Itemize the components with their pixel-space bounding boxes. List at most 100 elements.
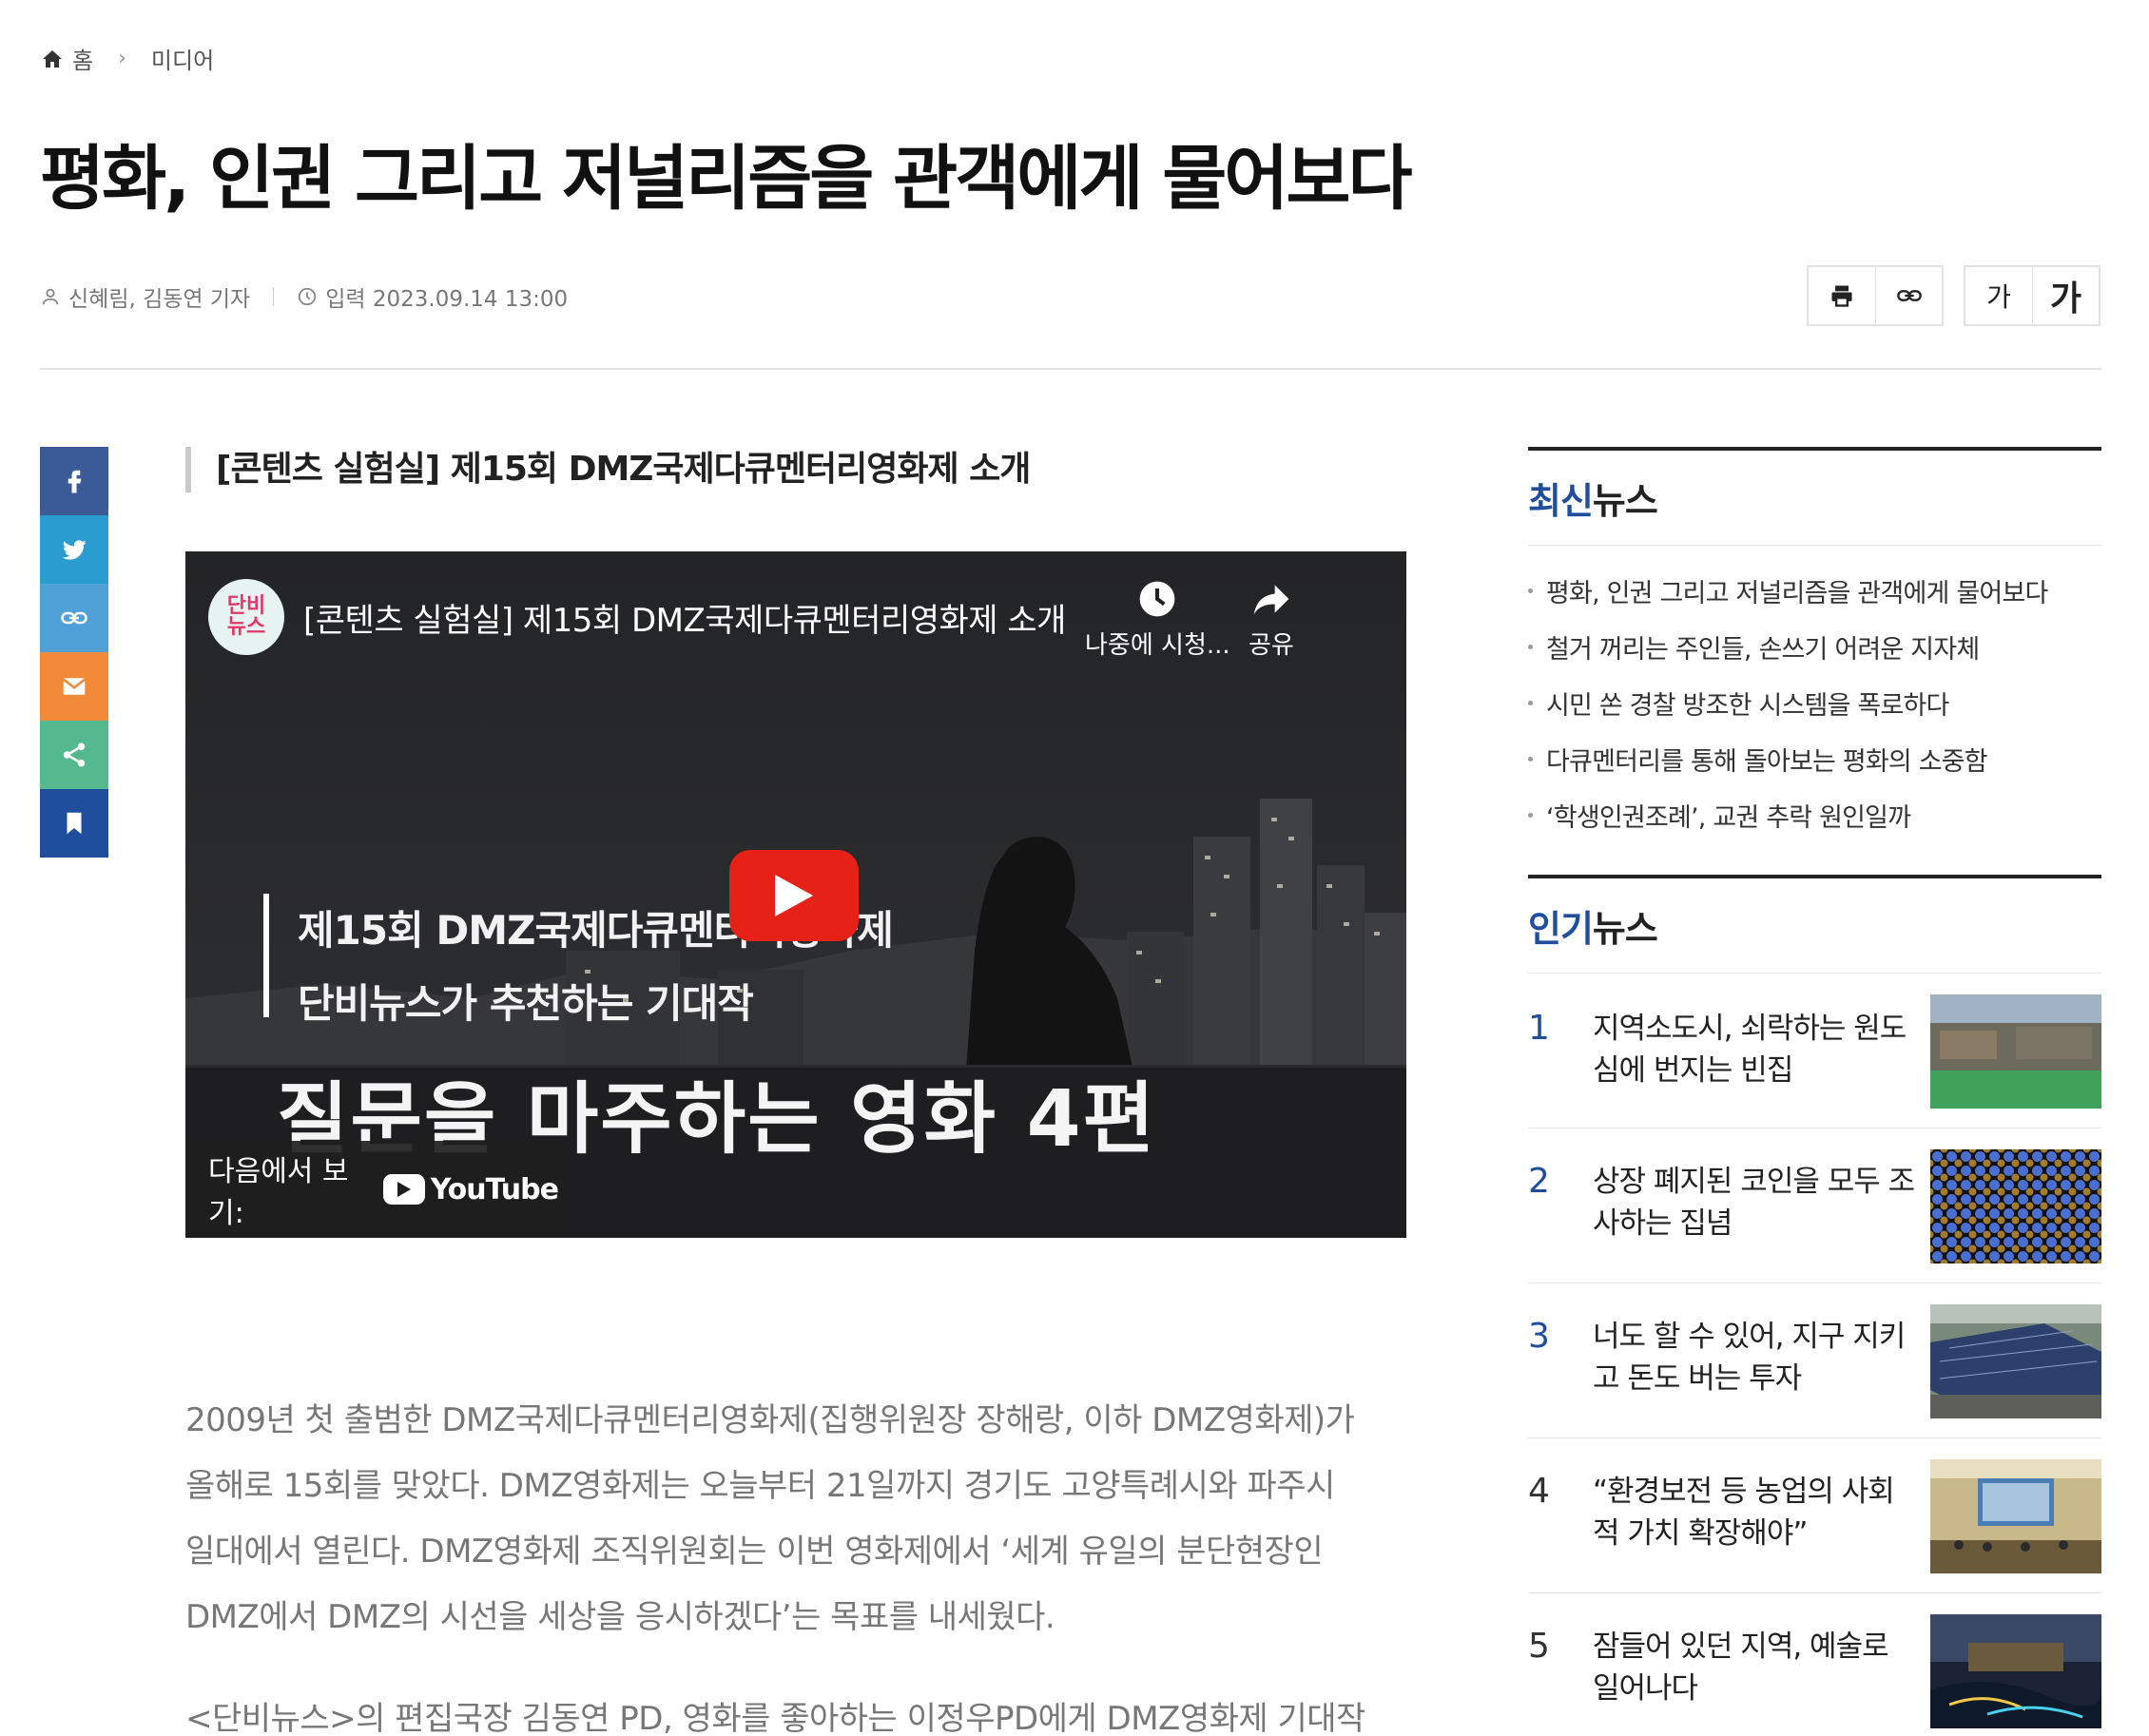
rank-number: 1 — [1528, 1009, 1550, 1048]
meta-divider — [273, 287, 275, 306]
paragraph-line: 2009년 첫 출범한 DMZ국제다큐멘터리영화제(집행위원장 장해랑, 이하 … — [185, 1401, 1355, 1439]
twitter-share-button[interactable] — [40, 515, 108, 584]
mail-icon — [62, 678, 87, 695]
published-date: 입력 2023.09.14 13:00 — [325, 287, 569, 312]
facebook-icon — [68, 470, 82, 493]
video-caption-line2: 단비뉴스가 추천하는 기대작 — [298, 980, 754, 1027]
caption-bar — [263, 894, 269, 1017]
share-arrow-icon — [1253, 585, 1289, 615]
font-larger-button[interactable]: 가 — [2032, 267, 2099, 324]
list-item[interactable]: 철거 꺼리는 주인들, 손쓰기 어려운 지자체 — [1528, 619, 2101, 675]
popular-item[interactable]: 3 너도 할 수 있어, 지구 지키고 돈도 버는 투자 — [1528, 1283, 2101, 1438]
watch-on-label: 다음에서 보기: — [208, 1155, 349, 1230]
share-button[interactable] — [40, 721, 108, 789]
thumbnail-image[interactable] — [1930, 1459, 2101, 1573]
clock-icon — [1139, 581, 1175, 617]
video-header: 단비 뉴스 [콘텐츠 실험실] 제15회 DMZ국제다큐멘터리영화제 소개 나중… — [208, 574, 1387, 660]
popular-item[interactable]: 2 상장 폐지된 코인을 모두 조사하는 집념 — [1528, 1128, 2101, 1283]
list-item[interactable]: 다큐멘터리를 통해 돌아보는 평화의 소중함 — [1528, 731, 2101, 787]
bullet — [1528, 588, 1533, 593]
copy-link-button[interactable] — [1875, 267, 1942, 324]
home-icon[interactable] — [40, 48, 65, 70]
latest-news-box: 최신 뉴스 평화, 인권 그리고 저널리즘을 관객에게 물어보다 철거 꺼리는 … — [1528, 447, 2101, 843]
play-icon — [775, 875, 813, 916]
email-share-button[interactable] — [40, 652, 108, 721]
article-meta: 신혜림, 김동연 기자 입력 2023.09.14 13:00 — [40, 280, 568, 313]
heading-accent: 최신 — [1528, 480, 1594, 522]
thumbnail-image[interactable] — [1930, 1149, 2101, 1263]
list-item-title: 평화, 인권 그리고 저널리즘을 관객에게 물어보다 — [1546, 579, 2048, 608]
breadcrumb-section[interactable]: 미디어 — [151, 42, 214, 75]
youtube-logo: YouTube — [382, 1172, 559, 1206]
list-item-title: 철거 꺼리는 주인들, 손쓰기 어려운 지자체 — [1546, 635, 1980, 665]
popular-news-list: 1 지역소도시, 쇠락하는 원도심에 번지는 빈집 2 상장 폐지된 코인을 모… — [1528, 974, 2101, 1736]
video-share-label: 공유 — [1249, 631, 1294, 660]
popular-item-title: 지역소도시, 쇠락하는 원도심에 번지는 빈집 — [1593, 1012, 1907, 1088]
article-body: 2009년 첫 출범한 DMZ국제다큐멘터리영화제(집행위원장 장해랑, 이하 … — [185, 1388, 1412, 1736]
popular-item[interactable]: 4 “환경보전 등 농업의 사회적 가치 확장해야” — [1528, 1438, 2101, 1593]
latest-news-heading[interactable]: 최신 뉴스 — [1528, 447, 2101, 546]
popular-item-title: “환경보전 등 농업의 사회적 가치 확장해야” — [1593, 1475, 1895, 1551]
rank-number: 5 — [1528, 1627, 1550, 1666]
clock-icon — [299, 287, 317, 306]
bullet — [1528, 813, 1533, 818]
chevron-right-icon: › — [118, 47, 126, 70]
play-button[interactable] — [729, 850, 859, 941]
paragraph: <단비뉴스>의 편집국장 김동연 PD, 영화를 좋아하는 이정우PD에게 DM… — [185, 1700, 1365, 1736]
bullet — [1528, 701, 1533, 705]
share-icon — [63, 743, 86, 767]
heading-rest: 뉴스 — [1592, 480, 1658, 522]
link-icon — [61, 611, 87, 625]
print-icon — [1831, 285, 1852, 307]
link-share-button[interactable] — [40, 584, 108, 652]
popular-news-box: 인기 뉴스 1 지역소도시, 쇠락하는 원도심에 번지는 빈집 2 상장 폐지된… — [1528, 875, 2101, 1736]
share-rail — [40, 447, 108, 858]
paragraph-line: 올해로 15회를 맞았다. DMZ영화제는 오늘부터 21일까지 경기도 고양특… — [185, 1467, 1335, 1505]
thumbnail-image[interactable] — [1930, 1614, 2101, 1728]
popular-news-heading[interactable]: 인기 뉴스 — [1528, 875, 2101, 974]
list-item[interactable]: 시민 쏜 경찰 방조한 시스템을 폭로하다 — [1528, 675, 2101, 731]
watch-later-label: 나중에 시청... — [1085, 631, 1230, 660]
font-smaller-button[interactable]: 가 — [1965, 267, 2032, 324]
popular-item[interactable]: 5 잠들어 있던 지역, 예술로 일어나다 — [1528, 1593, 2101, 1736]
popular-item[interactable]: 1 지역소도시, 쇠락하는 원도심에 번지는 빈집 — [1528, 974, 2101, 1128]
bookmark-icon — [67, 812, 82, 835]
article-tools — [1807, 265, 1944, 326]
bookmark-button[interactable] — [40, 789, 108, 858]
breadcrumb-home[interactable]: 홈 — [72, 42, 93, 75]
heading-accent: 인기 — [1528, 908, 1594, 950]
person-icon — [42, 288, 59, 305]
article-subtitle: [콘텐츠 실험실] 제15회 DMZ국제다큐멘터리영화제 소개 — [185, 447, 1031, 492]
video-share-button[interactable]: 공유 — [1249, 578, 1294, 661]
channel-logo[interactable]: 단비 뉴스 — [208, 579, 284, 655]
watch-later-button[interactable]: 나중에 시청... — [1085, 578, 1230, 661]
watch-on-youtube-button[interactable]: 다음에서 보기: YouTube — [185, 1141, 559, 1238]
paragraph: 2009년 첫 출범한 DMZ국제다큐멘터리영화제(집행위원장 장해랑, 이하 … — [185, 1388, 1412, 1650]
list-item-title: ‘학생인권조례’, 교권 추락 원인일까 — [1546, 803, 1911, 833]
thumbnail-image[interactable] — [1930, 994, 2101, 1109]
heading-rest: 뉴스 — [1592, 908, 1658, 950]
youtube-play-icon — [382, 1174, 425, 1205]
paragraph-line: DMZ에서 DMZ의 시선을 세상을 응시하겠다’는 목표를 내세웠다. — [185, 1598, 1055, 1636]
list-item-title: 시민 쏜 경찰 방조한 시스템을 폭로하다 — [1546, 691, 1949, 721]
header-divider — [40, 368, 2101, 370]
breadcrumb: 홈 › 미디어 — [40, 42, 214, 75]
rank-number: 2 — [1528, 1162, 1550, 1201]
print-button[interactable] — [1809, 267, 1875, 324]
list-item-title: 다큐멘터리를 통해 돌아보는 평화의 소중함 — [1546, 747, 1988, 777]
link-icon — [1896, 290, 1922, 301]
popular-item-title: 잠들어 있던 지역, 예술로 일어나다 — [1593, 1630, 1889, 1706]
list-item[interactable]: 평화, 인권 그리고 저널리즘을 관객에게 물어보다 — [1528, 563, 2101, 619]
youtube-wordmark: YouTube — [430, 1172, 559, 1206]
video-title[interactable]: [콘텐츠 실험실] 제15회 DMZ국제다큐멘터리영화제 소개 — [303, 594, 1066, 641]
latest-news-list: 평화, 인권 그리고 저널리즘을 관객에게 물어보다 철거 꺼리는 주인들, 손… — [1528, 546, 2101, 843]
facebook-share-button[interactable] — [40, 447, 108, 515]
font-size-tools: 가 가 — [1964, 265, 2101, 326]
bullet — [1528, 757, 1533, 762]
youtube-video-embed[interactable]: 단비 뉴스 [콘텐츠 실험실] 제15회 DMZ국제다큐멘터리영화제 소개 나중… — [185, 551, 1406, 1238]
popular-item-title: 너도 할 수 있어, 지구 지키고 돈도 버는 투자 — [1593, 1320, 1906, 1396]
thumbnail-image[interactable] — [1930, 1304, 2101, 1418]
rank-number: 3 — [1528, 1317, 1550, 1356]
rank-number: 4 — [1528, 1472, 1550, 1511]
list-item[interactable]: ‘학생인권조례’, 교권 추락 원인일까 — [1528, 787, 2101, 843]
